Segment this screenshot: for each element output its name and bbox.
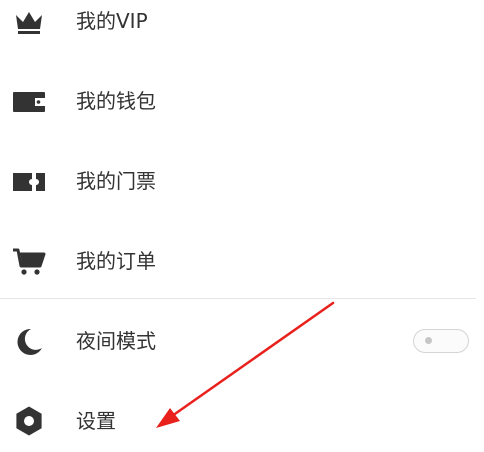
side-menu: 我的VIP 我的钱包 我的门票 我的订单 夜间模式 设置: [0, 0, 484, 443]
menu-item-tickets[interactable]: 我的门票: [0, 152, 484, 212]
night-mode-toggle[interactable]: [413, 329, 469, 353]
menu-item-label: 夜间模式: [76, 329, 156, 353]
cart-icon: [12, 244, 46, 278]
toggle-knob: [425, 337, 432, 344]
menu-item-label: 我的订单: [76, 249, 156, 273]
menu-item-label: 设置: [76, 409, 116, 433]
ticket-icon: [12, 164, 46, 198]
wallet-icon: [12, 84, 46, 118]
moon-icon: [12, 324, 46, 358]
gear-icon: [12, 404, 46, 438]
menu-item-label: 我的门票: [76, 169, 156, 193]
menu-divider: [0, 298, 476, 299]
menu-item-label: 我的VIP: [76, 9, 148, 33]
menu-item-settings[interactable]: 设置: [0, 392, 484, 452]
menu-item-wallet[interactable]: 我的钱包: [0, 72, 484, 132]
menu-item-label: 我的钱包: [76, 89, 156, 113]
menu-item-vip[interactable]: 我的VIP: [0, 0, 484, 52]
menu-item-orders[interactable]: 我的订单: [0, 232, 484, 292]
menu-item-night-mode[interactable]: 夜间模式: [0, 312, 484, 372]
crown-icon: [12, 4, 46, 38]
